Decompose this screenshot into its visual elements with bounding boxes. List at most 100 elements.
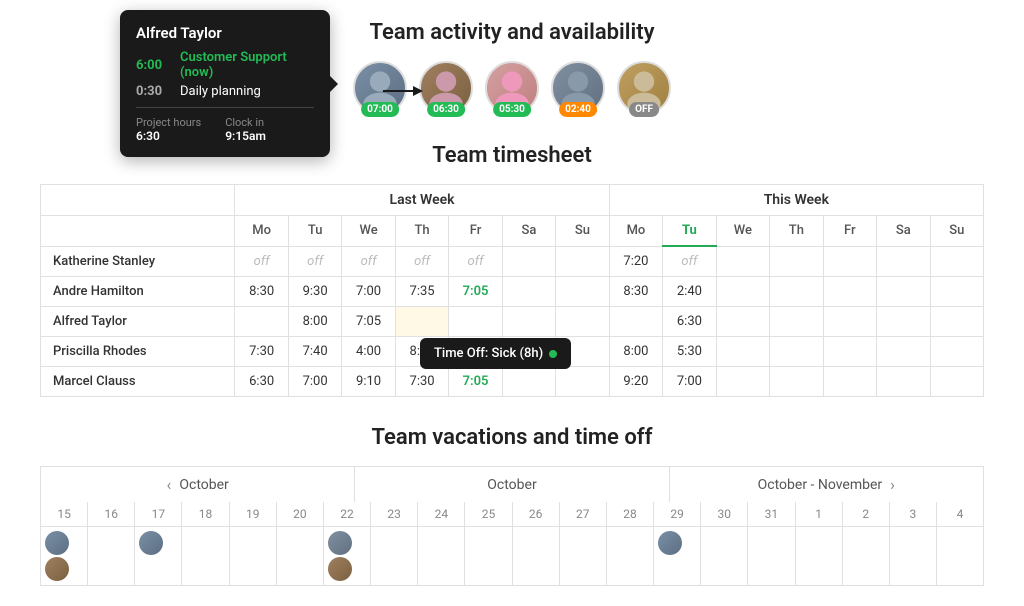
cal-day: 16 (88, 502, 135, 526)
table-row: Andre Hamilton 8:30 9:30 7:00 7:35 7:05 … (41, 277, 984, 307)
alfred-taylor-tooltip: Alfred Taylor 6:00 Customer Support (now… (120, 10, 330, 157)
cell: off (663, 246, 716, 277)
tooltip-clock-in: Clock in 9:15am (225, 116, 266, 143)
cal-day: 1 (796, 502, 843, 526)
cell: off (395, 246, 448, 277)
cell (823, 307, 876, 337)
cal-day: 3 (890, 502, 937, 526)
avatar-katherine-stanley[interactable]: 06:30 (419, 61, 473, 115)
sick-dot (549, 350, 557, 358)
cal-avatar-cell (371, 527, 418, 585)
cell (930, 337, 983, 367)
cell: 7:30 (395, 367, 448, 397)
cell (823, 246, 876, 277)
cell (449, 307, 502, 337)
cell: 7:35 (395, 277, 448, 307)
cell: 8:00 (288, 307, 341, 337)
cal-day: 27 (560, 502, 607, 526)
row-name: Katherine Stanley (41, 246, 235, 277)
tooltip-hours-2: 0:30 (136, 84, 172, 99)
tw-fr: Fr (823, 216, 876, 247)
cal-avatar-cell (937, 527, 983, 585)
row-name: Andre Hamilton (41, 277, 235, 307)
tooltip-clock-in-value: 9:15am (225, 129, 266, 143)
cal-next-button[interactable]: › (890, 475, 895, 494)
cal-day: 29 (654, 502, 701, 526)
cell (877, 367, 930, 397)
cal-month-1: ‹ October (41, 467, 355, 502)
avatar-badge-5: OFF (629, 102, 659, 117)
cell: 7:00 (663, 367, 716, 397)
cell (930, 367, 983, 397)
cal-day: 17 (135, 502, 182, 526)
cell (877, 337, 930, 367)
tooltip-clock-in-label: Clock in (225, 116, 266, 129)
avatar-marcel-clauss[interactable]: OFF (617, 61, 671, 115)
row-name: Marcel Clauss (41, 367, 235, 397)
cell (930, 307, 983, 337)
cal-month-3: October - November › (670, 467, 983, 502)
cal-day: 25 (465, 502, 512, 526)
table-row: Katherine Stanley off off off off off 7:… (41, 246, 984, 277)
cell (823, 277, 876, 307)
lw-we: We (342, 216, 395, 247)
tooltip-person-name: Alfred Taylor (136, 24, 314, 42)
cal-day: 15 (41, 502, 88, 526)
tw-th: Th (770, 216, 823, 247)
cell (877, 246, 930, 277)
lw-th: Th (395, 216, 448, 247)
cell: 8:00 (609, 337, 662, 367)
cal-avatar-cell (843, 527, 890, 585)
cell (502, 367, 555, 397)
cal-day: 28 (607, 502, 654, 526)
mini-avatar (139, 531, 163, 555)
cell (556, 307, 609, 337)
cal-day: 2 (843, 502, 890, 526)
cell (556, 246, 609, 277)
cal-day: 19 (230, 502, 277, 526)
tw-sa: Sa (877, 216, 930, 247)
cell (877, 307, 930, 337)
cal-avatar-cell (230, 527, 277, 585)
cal-day: 26 (513, 502, 560, 526)
cell (556, 277, 609, 307)
cal-avatar-cell (324, 527, 371, 585)
cell: 6:30 (235, 367, 288, 397)
cell (770, 367, 823, 397)
cell: 7:40 (288, 337, 341, 367)
cell: 7:05 (449, 367, 502, 397)
cell: off (288, 246, 341, 277)
cell: 4:00 (342, 337, 395, 367)
cal-avatar-cell (748, 527, 795, 585)
tooltip-meta: Project hours 6:30 Clock in 9:15am (136, 116, 314, 143)
cal-month-label-2: October (487, 477, 536, 493)
cell (823, 337, 876, 367)
cell: 5:30 (663, 337, 716, 367)
cal-day: 31 (748, 502, 795, 526)
cell (770, 246, 823, 277)
cell (930, 246, 983, 277)
table-row: Alfred Taylor 8:00 7:05 6:30 (41, 307, 984, 337)
avatar-priscilla-rhodes[interactable]: 05:30 (485, 61, 539, 115)
cell (716, 337, 769, 367)
cal-prev-button[interactable]: ‹ (167, 475, 172, 494)
calendar-avatar-row (40, 527, 984, 586)
row-name: Alfred Taylor (41, 307, 235, 337)
cal-day: 4 (937, 502, 983, 526)
lw-su: Su (556, 216, 609, 247)
cell: 9:20 (609, 367, 662, 397)
lw-mo: Mo (235, 216, 288, 247)
lw-fr: Fr (449, 216, 502, 247)
cell: 7:20 (609, 246, 662, 277)
cal-avatar-cell (41, 527, 88, 585)
cell (556, 367, 609, 397)
tooltip-activity-1: Customer Support (now) (180, 50, 314, 80)
sick-tooltip-text: Time Off: Sick (8h) (434, 346, 543, 361)
cell (823, 367, 876, 397)
tw-mo: Mo (609, 216, 662, 247)
avatar-andre-hamilton[interactable]: 02:40 (551, 61, 605, 115)
cell: off (235, 246, 288, 277)
tooltip-divider (136, 107, 314, 108)
mini-avatar (45, 531, 69, 555)
avatar-badge-3: 05:30 (493, 102, 531, 117)
